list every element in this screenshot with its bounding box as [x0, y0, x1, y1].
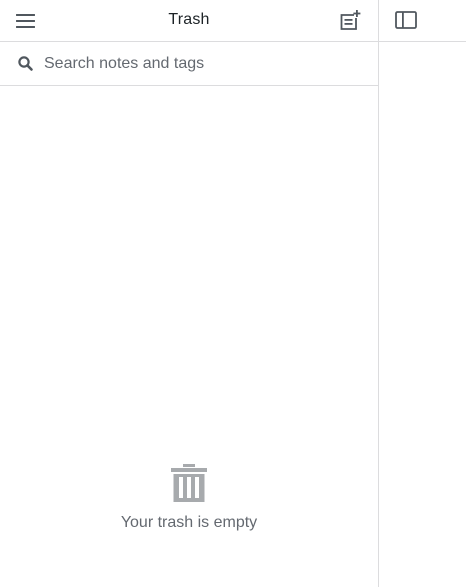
page-title: Trash — [168, 11, 210, 28]
trash-icon — [171, 464, 207, 502]
sidebar-toggle-button[interactable] — [392, 6, 420, 34]
new-note-icon — [340, 10, 361, 30]
search-icon — [18, 56, 33, 71]
note-list-toolbar: Trash — [0, 0, 378, 42]
empty-state-message: Your trash is empty — [120, 514, 258, 531]
empty-state: Your trash is empty — [0, 462, 378, 532]
note-list-pane: Trash Search notes and tags Your trash i… — [0, 0, 379, 587]
editor-pane — [379, 0, 466, 587]
editor-toolbar — [379, 0, 466, 42]
search-bar — [0, 42, 378, 86]
search-input[interactable] — [44, 52, 364, 76]
app-window: Trash Search notes and tags Your trash i… — [0, 0, 466, 587]
new-note-button[interactable] — [335, 6, 363, 34]
sidebar-toggle-icon — [395, 11, 417, 29]
